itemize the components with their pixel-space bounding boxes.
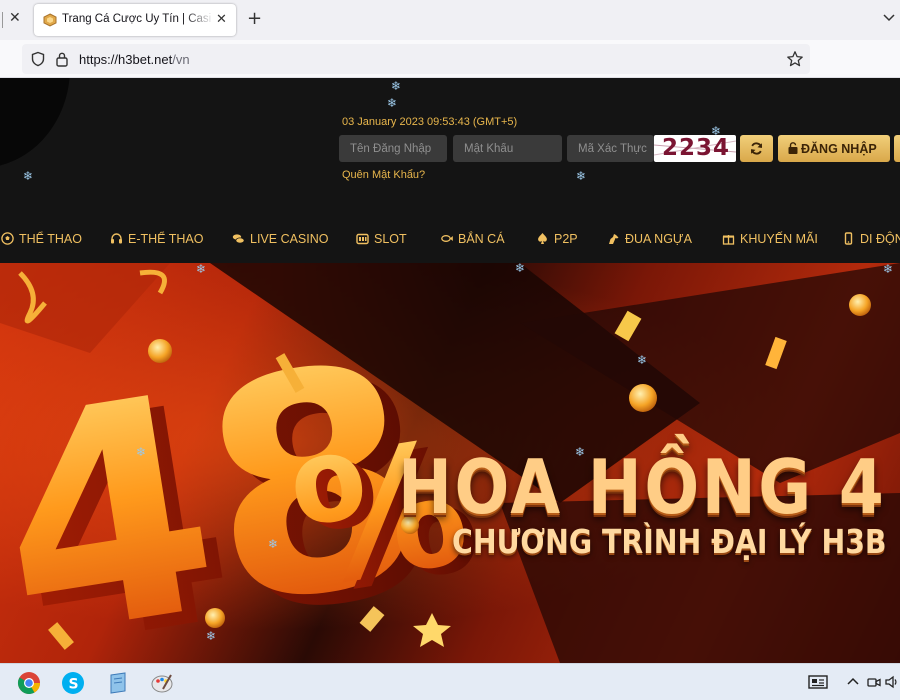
snowflake-icon: ❄	[391, 79, 402, 93]
server-datetime: 03 January 2023 09:53:43 (GMT+5)	[342, 116, 518, 128]
windows-taskbar: S	[0, 663, 900, 700]
captcha-refresh-button[interactable]	[740, 135, 773, 162]
news-icon[interactable]	[808, 674, 828, 690]
forgot-password-link[interactable]: Quên Mật Khẩu?	[342, 169, 425, 181]
gold-coin	[849, 294, 871, 316]
register-button[interactable]	[894, 135, 900, 162]
shield-icon[interactable]	[30, 51, 46, 67]
main-menu: THỂ THAO E-THỂ THAO LIVE CASINO SLOT BẮN…	[0, 231, 900, 255]
snowflake-icon: ❄	[576, 169, 587, 183]
menu-label: LIVE CASINO	[250, 232, 329, 246]
snowflake-icon: ❄	[711, 124, 722, 138]
site-header: 03 January 2023 09:53:43 (GMT+5) 2234	[0, 78, 900, 263]
meet-icon[interactable]	[866, 674, 882, 690]
tab-list-chevron-icon[interactable]	[882, 10, 896, 24]
url-text[interactable]: https://h3bet.net/vn	[79, 52, 190, 67]
mobile-icon	[844, 232, 853, 245]
password-input[interactable]	[453, 135, 562, 162]
snowflake-icon: ❄	[206, 629, 217, 643]
menu-label: E-THỂ THAO	[128, 232, 204, 246]
banner-headline: HOA HỒNG 4	[398, 443, 887, 531]
login-button[interactable]: ĐĂNG NHẬP	[778, 135, 890, 162]
gold-coin	[148, 339, 172, 363]
login-lock-icon	[788, 141, 798, 154]
captcha-code: 2234	[662, 135, 731, 161]
chrome-icon[interactable]	[17, 671, 41, 695]
captcha-input[interactable]	[567, 135, 654, 162]
gold-coin	[629, 384, 657, 412]
snowflake-icon: ❄	[575, 445, 586, 459]
gold-coin	[205, 608, 225, 628]
snowflake-icon: ❄	[387, 96, 398, 110]
chevron-up-icon[interactable]	[845, 674, 861, 690]
captcha-image: 2234	[654, 135, 736, 162]
snowflake-icon: ❄	[883, 262, 894, 276]
slot-machine-icon	[356, 233, 369, 245]
chips-icon	[232, 234, 245, 244]
tab-title-fade	[184, 8, 214, 30]
tab-separator	[2, 12, 3, 28]
menu-label: DI ĐỘNG	[860, 232, 900, 246]
login-label: ĐĂNG NHẬP	[801, 141, 877, 156]
headset-icon	[111, 233, 122, 244]
svg-text:S: S	[69, 677, 79, 693]
notepad-icon[interactable]	[106, 671, 130, 695]
promo-banner[interactable]: 48 48 % % HOA HỒNG 4 CHƯƠNG TRÌNH ĐẠI LÝ…	[0, 263, 900, 663]
url-path: /vn	[172, 52, 190, 67]
soccer-ball-icon	[1, 232, 14, 245]
menu-label: KHUYẾN MÃI	[740, 232, 818, 246]
bookmark-star-icon[interactable]	[786, 50, 804, 68]
spade-icon	[538, 233, 547, 244]
tab-close-icon[interactable]: ✕	[216, 12, 227, 27]
fish-icon	[441, 235, 453, 242]
snowflake-icon: ❄	[23, 169, 34, 183]
browser-nav-bar: https://h3bet.net/vn	[0, 40, 900, 78]
menu-label: BẮN CÁ	[458, 232, 505, 246]
gift-icon	[722, 235, 735, 245]
snowflake-icon: ❄	[136, 445, 147, 459]
url-host: https://h3bet.net	[79, 52, 173, 67]
snowflake-icon: ❄	[268, 537, 279, 551]
paint-icon[interactable]	[150, 671, 174, 695]
banner-subheadline: CHƯƠNG TRÌNH ĐẠI LÝ H3B	[452, 522, 887, 561]
snowflake-icon: ❄	[637, 353, 648, 367]
snowflake-icon: ❄	[196, 262, 207, 276]
speaker-icon[interactable]	[884, 674, 900, 690]
browser-tab-bar: ✕ Trang Cá Cược Uy Tín | Casino O ✕ +	[0, 0, 900, 40]
menu-label: SLOT	[374, 232, 407, 246]
screenshot-root: ✕ Trang Cá Cược Uy Tín | Casino O ✕ + ht…	[0, 0, 900, 700]
menu-label: THỂ THAO	[19, 232, 82, 246]
skype-icon[interactable]: S	[61, 671, 85, 695]
site-favicon-icon	[43, 13, 57, 27]
username-input[interactable]	[339, 135, 447, 162]
site-logo[interactable]	[0, 78, 70, 168]
prev-tab-close-icon[interactable]: ✕	[9, 10, 21, 26]
active-tab[interactable]: Trang Cá Cược Uy Tín | Casino O ✕	[34, 4, 236, 36]
menu-label: ĐUA NGỰA	[625, 232, 692, 246]
new-tab-button[interactable]: +	[247, 8, 262, 29]
lock-icon[interactable]	[55, 51, 69, 67]
horse-icon	[609, 234, 619, 244]
menu-label: P2P	[554, 232, 578, 246]
snowflake-icon: ❄	[515, 261, 526, 275]
url-bar[interactable]: https://h3bet.net/vn	[22, 44, 810, 74]
refresh-icon	[750, 142, 763, 155]
